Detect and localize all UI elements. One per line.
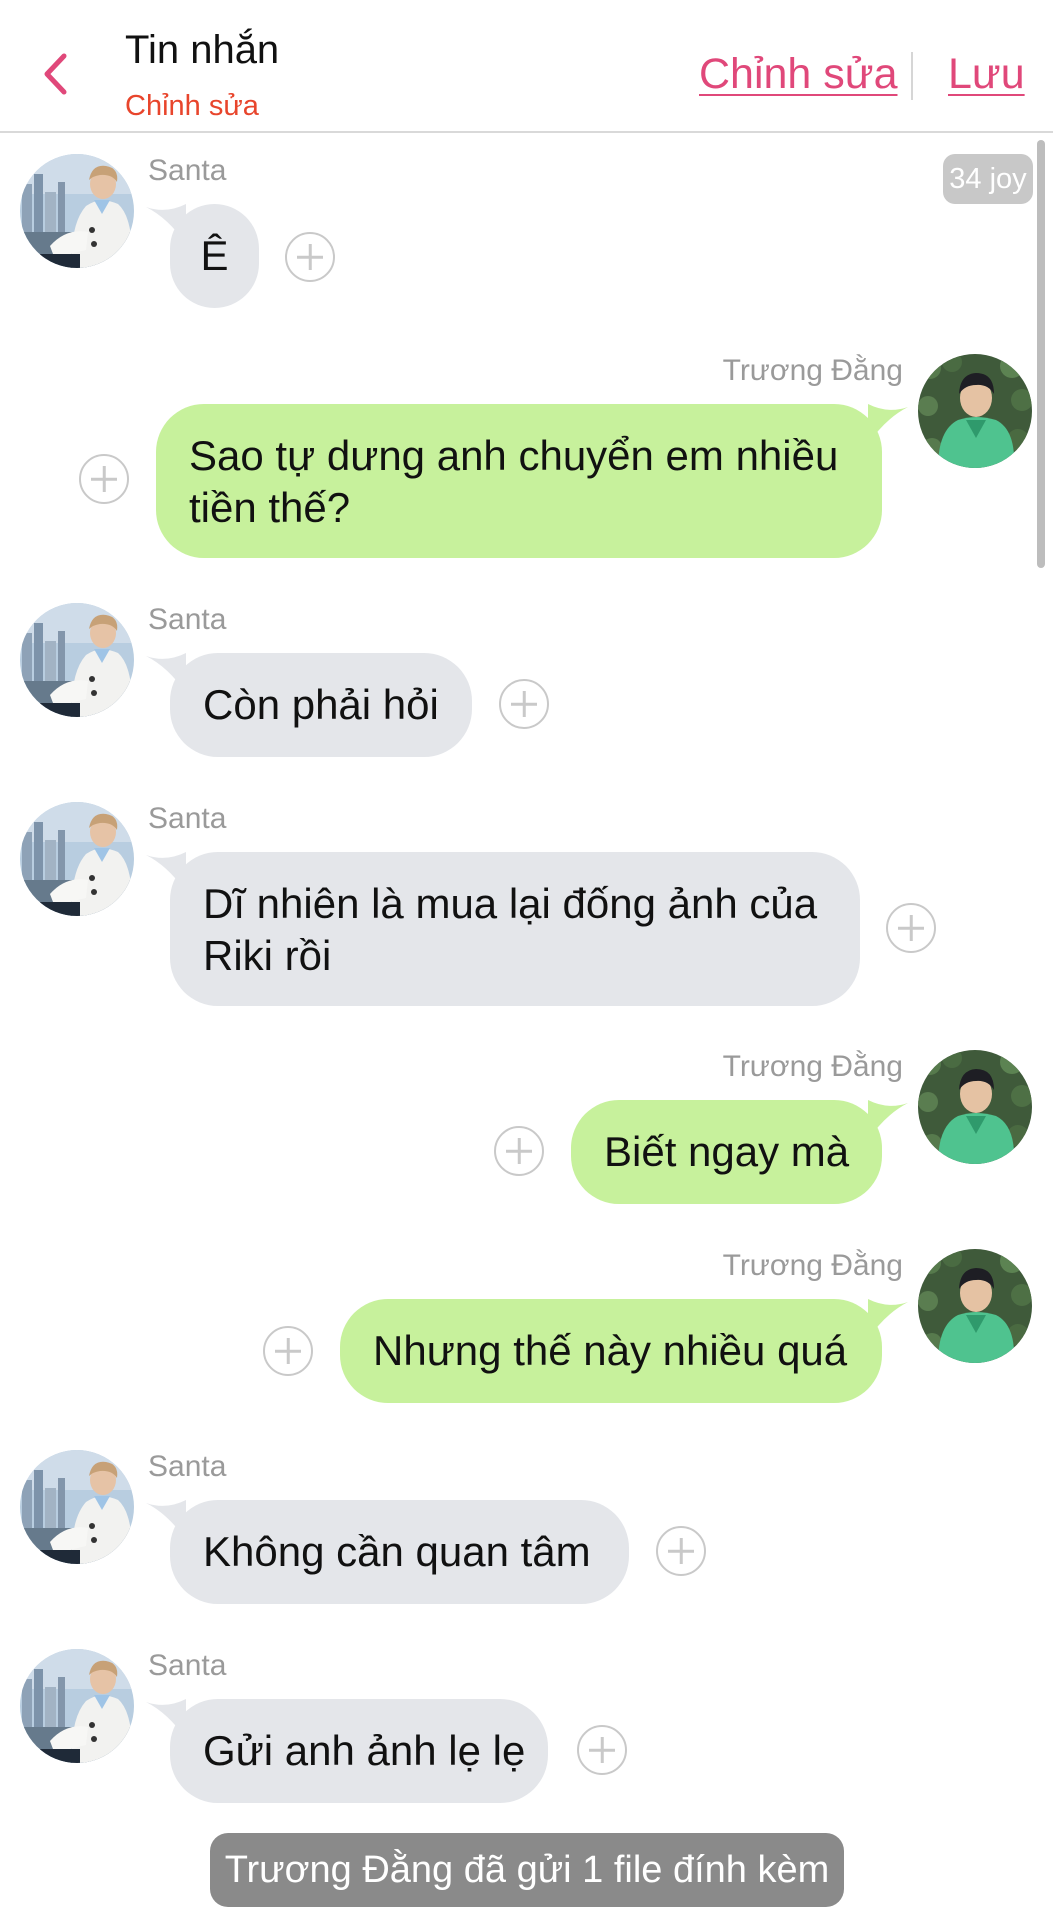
header-divider [911, 52, 913, 100]
message-item: Santa Gửi anh ảnh lẹ lẹ [0, 1649, 1053, 1809]
add-reaction-button[interactable] [656, 1526, 706, 1576]
add-reaction-button[interactable] [494, 1126, 544, 1176]
add-reaction-button[interactable] [499, 679, 549, 729]
back-button[interactable] [30, 44, 80, 104]
message-bubble[interactable]: Sao tự dưng anh chuyển em nhiều tiền thế… [156, 404, 882, 558]
chevron-left-icon [44, 53, 67, 95]
santa-avatar[interactable] [20, 154, 134, 268]
sender-name: Santa [148, 1450, 227, 1483]
top-bar: Tin nhắn Chỉnh sửa Chỉnh sửa Lưu [0, 0, 1053, 133]
sender-name: Trương Đằng [722, 1050, 903, 1083]
add-reaction-button[interactable] [263, 1326, 313, 1376]
sender-name: Trương Đằng [722, 354, 903, 387]
message-bubble[interactable]: Ê [170, 204, 259, 308]
truong-dang-avatar[interactable] [918, 354, 1032, 468]
sender-name: Santa [148, 802, 227, 835]
sender-name: Santa [148, 154, 227, 187]
sender-name: Santa [148, 1649, 227, 1682]
message-bubble[interactable]: Gửi anh ảnh lẹ lẹ [170, 1699, 548, 1803]
attachment-notice[interactable]: Trương Đằng đã gửi 1 file đính kèm [210, 1833, 844, 1907]
truong-dang-avatar[interactable] [918, 1050, 1032, 1164]
message-item: Trương Đằng Sao tự dưng anh chuyển em nh… [0, 354, 1053, 564]
edit-button[interactable]: Chỉnh sửa [699, 50, 898, 99]
message-bubble[interactable]: Không cần quan tâm [170, 1500, 629, 1604]
add-reaction-button[interactable] [285, 232, 335, 282]
message-item: Santa Còn phải hỏi [0, 603, 1053, 757]
santa-avatar[interactable] [20, 802, 134, 916]
santa-avatar[interactable] [20, 1450, 134, 1564]
add-reaction-button[interactable] [577, 1725, 627, 1775]
message-bubble[interactable]: Còn phải hỏi [170, 653, 472, 757]
page-subtitle: Chỉnh sửa [125, 90, 259, 122]
truong-dang-avatar[interactable] [918, 1249, 1032, 1363]
sender-name: Santa [148, 603, 227, 636]
message-bubble[interactable]: Dĩ nhiên là mua lại đống ảnh của Riki rồ… [170, 852, 860, 1006]
message-bubble[interactable]: Nhưng thế này nhiều quá [340, 1299, 882, 1403]
sender-name: Trương Đằng [722, 1249, 903, 1282]
save-button[interactable]: Lưu [948, 50, 1025, 99]
message-item: Santa Không cần quan tâm [0, 1450, 1053, 1610]
santa-avatar[interactable] [20, 1649, 134, 1763]
page-title: Tin nhắn [125, 28, 280, 72]
message-item: Santa Ê [0, 154, 1053, 308]
santa-avatar[interactable] [20, 603, 134, 717]
add-reaction-button[interactable] [79, 454, 129, 504]
message-bubble[interactable]: Biết ngay mà [571, 1100, 882, 1204]
add-reaction-button[interactable] [886, 903, 936, 953]
message-item: Trương Đằng Nhưng thế này nhiều quá [0, 1249, 1053, 1409]
